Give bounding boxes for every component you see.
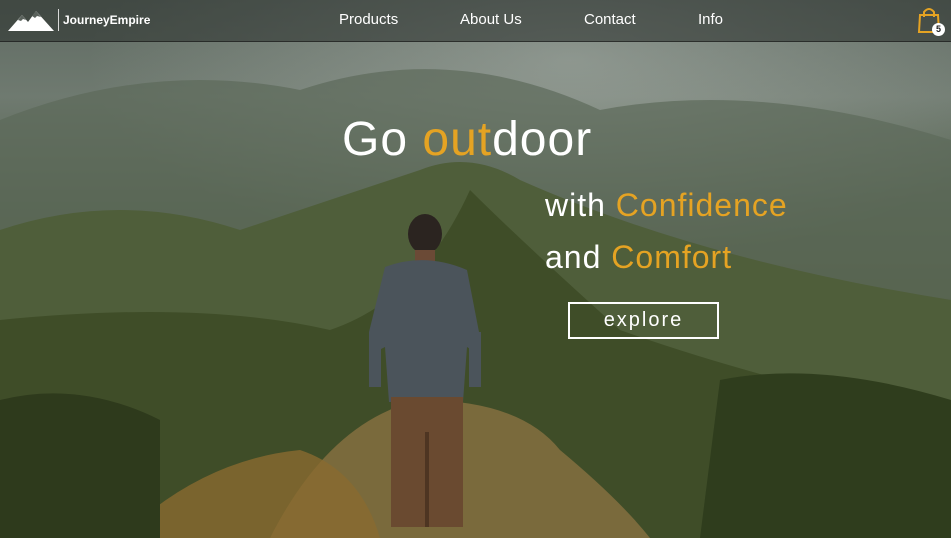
cart-button[interactable]: 5: [917, 7, 945, 37]
hero-headline-prefix: Go: [342, 113, 423, 166]
mountain-logo-icon: [8, 11, 54, 31]
hero-headline-suffix: door: [492, 113, 593, 166]
nav-item-about-us[interactable]: About Us: [460, 11, 522, 28]
hero-subline-accent: Comfort: [611, 239, 733, 275]
brand-name: JourneyEmpire: [63, 13, 151, 27]
hero-subline-comfort: and Comfort: [545, 239, 732, 276]
brand-logo[interactable]: JourneyEmpire: [8, 9, 150, 31]
landing-page: JourneyEmpire Products About Us Contact …: [0, 0, 951, 538]
hero-headline: Go outdoor: [342, 112, 592, 167]
hero-subline-accent: Confidence: [615, 187, 788, 223]
hero-headline-accent: out: [422, 113, 493, 166]
hiker-figure: [369, 214, 481, 527]
nav-item-info[interactable]: Info: [698, 11, 723, 28]
logo-divider: [58, 9, 59, 31]
cart-count-badge: 5: [932, 23, 945, 36]
hero-subline-prefix: with: [545, 187, 616, 223]
hero-subline-confidence: with Confidence: [545, 187, 788, 224]
nav-item-contact[interactable]: Contact: [584, 11, 636, 28]
explore-button[interactable]: explore: [568, 302, 719, 339]
nav-item-products[interactable]: Products: [339, 11, 398, 28]
hero-subline-prefix: and: [545, 239, 612, 275]
top-navigation-bar: JourneyEmpire Products About Us Contact …: [0, 0, 951, 42]
